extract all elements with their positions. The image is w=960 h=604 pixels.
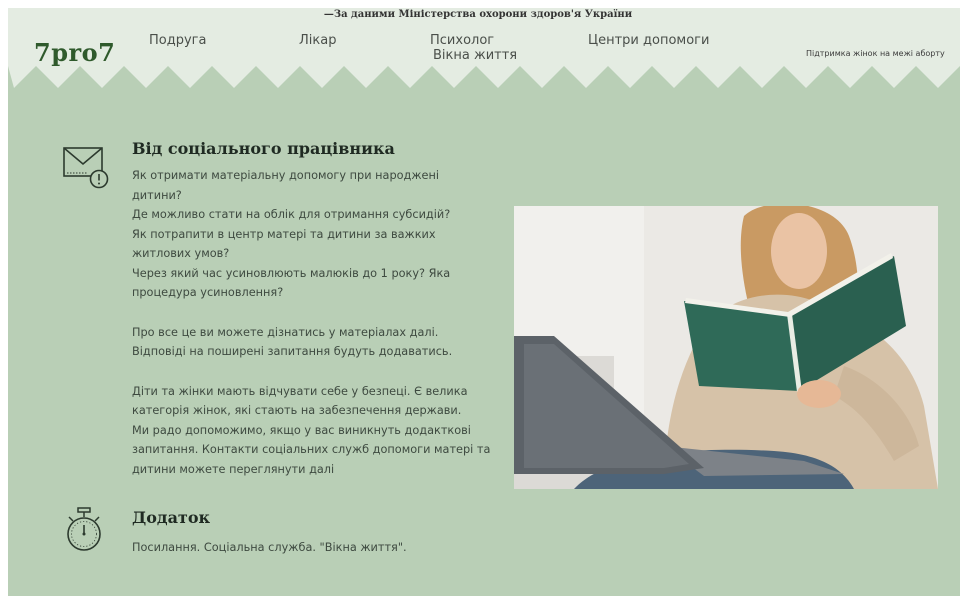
top-note: —За даними Міністерства охорони здоров'я… [323,9,633,20]
text-line: Де можливо стати на облік для отримання … [132,208,451,221]
text-line: процедура усиновлення? [132,286,284,299]
nav-doctor[interactable]: Лікар [299,33,336,48]
appendix-link[interactable]: Посилання. Соціальна служба. "Вікна житт… [132,538,532,558]
site-header: —За даними Міністерства охорони здоров'я… [8,8,960,92]
nav-friend[interactable]: Подруга [149,33,206,48]
text-line: дитини? [132,188,182,202]
text-line: запитання. Контакти соціальних служб доп… [132,443,491,456]
text-line: Діти та жінки мають відчувати себе у без… [132,384,468,398]
mail-alert-icon [63,147,109,189]
nav-windows-of-life[interactable]: Вікна життя [433,48,517,63]
woman-reading-photo [514,206,938,489]
text-line: Через який час усиновлюють малюків до 1 … [132,266,451,280]
site-logo[interactable]: 7pro7 [34,38,115,67]
appendix-title: Додаток [132,508,211,527]
text-line: категорія жінок, які стають на забезпече… [132,404,462,417]
text-line: Як отримати матеріальну допомогу при нар… [132,169,439,182]
nav-psychologist[interactable]: Психолог Вікна життя [430,33,517,63]
nav-psychologist-label: Психолог [430,33,495,48]
social-worker-text: Як отримати матеріальну допомогу при нар… [132,166,502,479]
text-line: житлових умов? [132,247,230,260]
support-tagline: Підтримка жінок на межі аборту [806,49,945,58]
stopwatch-icon [67,507,101,551]
social-worker-title: Від соціального працівника [132,139,395,158]
text-line: Відповіді на поширені запитання будуть д… [132,345,453,358]
page: —За даними Міністерства охорони здоров'я… [8,8,960,596]
text-line: Про все це ви можете дізнатись у матеріа… [132,325,439,339]
nav-help-centers[interactable]: Центри допомоги [588,33,709,48]
text-line: Ми радо допоможимо, якщо у вас виникнуть… [132,423,471,437]
text-line: дитини можете переглянути далі [132,462,335,476]
text-line: Як потрапити в центр матері та дитини за… [132,227,436,241]
